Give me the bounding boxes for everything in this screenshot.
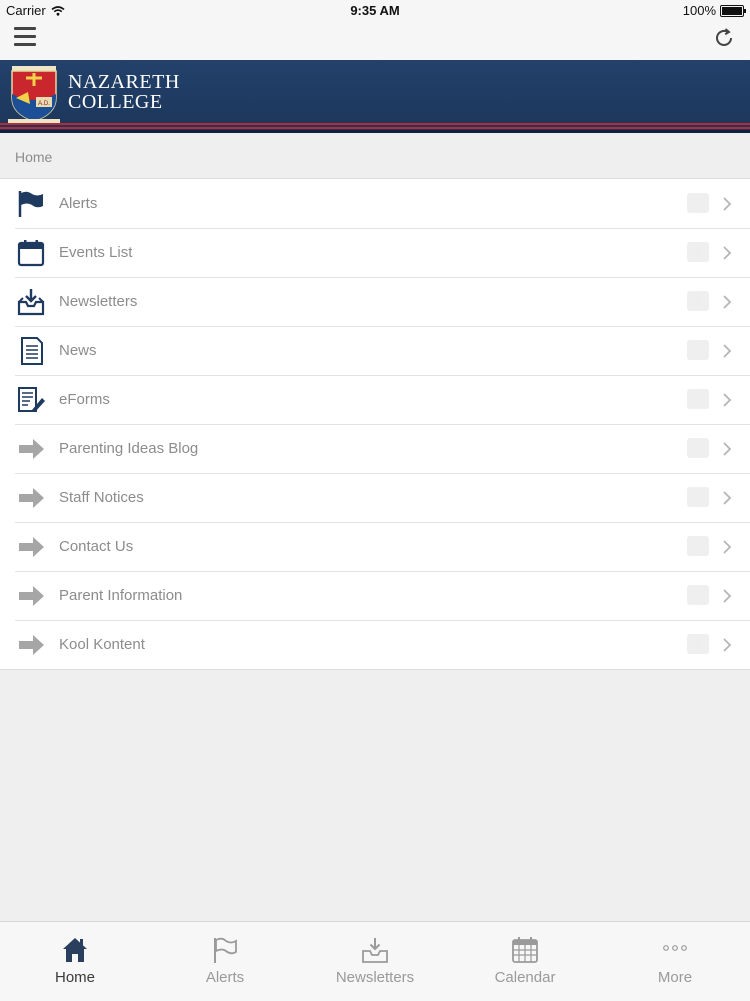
flag-icon bbox=[214, 937, 237, 963]
chevron-right-icon bbox=[723, 638, 732, 652]
hamburger-menu-button[interactable] bbox=[14, 27, 36, 47]
menu-item-contact-us[interactable]: Contact Us 0 bbox=[0, 522, 750, 571]
menu-item-label: News bbox=[59, 342, 97, 359]
menu-item-label: Contact Us bbox=[59, 538, 134, 555]
menu-item-kool-kontent[interactable]: Kool Kontent 0 bbox=[0, 620, 750, 669]
count-badge: 0 bbox=[687, 487, 709, 507]
chevron-right-icon bbox=[723, 589, 732, 603]
top-toolbar bbox=[0, 20, 750, 60]
arrow-right-icon bbox=[19, 439, 44, 459]
menu-item-label: Events List bbox=[59, 244, 133, 261]
menu-item-newsletters[interactable]: Newsletters 0 bbox=[0, 277, 750, 326]
arrow-right-icon bbox=[19, 586, 44, 606]
chevron-right-icon bbox=[723, 491, 732, 505]
banner-stripe bbox=[0, 127, 750, 129]
inbox-download-icon bbox=[362, 938, 388, 963]
count-badge: 0 bbox=[687, 536, 709, 556]
battery-indicator: 100% bbox=[682, 3, 746, 18]
count-badge: 0 bbox=[687, 438, 709, 458]
tab-label: Alerts bbox=[205, 969, 245, 986]
more-dots-icon bbox=[663, 945, 687, 951]
count-badge: 0 bbox=[687, 291, 709, 311]
inbox-download-icon bbox=[17, 289, 45, 316]
calendar-icon bbox=[17, 240, 45, 267]
bottom-tab-bar: Home Alerts Newsletters Calendar More bbox=[0, 921, 750, 1001]
banner-stripe bbox=[0, 130, 750, 133]
school-name-line1: NAZARETH bbox=[68, 71, 180, 93]
tab-label: Newsletters bbox=[335, 969, 415, 986]
menu-item-news[interactable]: News 0 bbox=[0, 326, 750, 375]
count-badge: 0 bbox=[687, 585, 709, 605]
arrow-right-icon bbox=[19, 537, 44, 557]
menu-item-label: Parenting Ideas Blog bbox=[59, 440, 199, 457]
chevron-right-icon bbox=[723, 246, 732, 260]
tab-alerts[interactable]: Alerts bbox=[150, 922, 300, 1001]
battery-icon bbox=[720, 4, 746, 17]
chevron-right-icon bbox=[723, 197, 732, 211]
count-badge: 0 bbox=[687, 389, 709, 409]
chevron-right-icon bbox=[723, 442, 732, 456]
refresh-icon[interactable] bbox=[712, 26, 736, 50]
tab-calendar[interactable]: Calendar bbox=[450, 922, 600, 1001]
menu-item-label: eForms bbox=[59, 391, 110, 408]
menu-list: Alerts 0 Events List 0 Newsletters 0 New… bbox=[0, 178, 750, 670]
menu-item-staff-notices[interactable]: Staff Notices 0 bbox=[0, 473, 750, 522]
chevron-right-icon bbox=[723, 540, 732, 554]
banner-stripe bbox=[0, 123, 750, 125]
menu-item-label: Parent Information bbox=[59, 587, 183, 604]
tab-label: Calendar bbox=[494, 969, 556, 986]
tab-newsletters[interactable]: Newsletters bbox=[300, 922, 450, 1001]
arrow-right-icon bbox=[19, 635, 44, 655]
chevron-right-icon bbox=[723, 295, 732, 309]
menu-item-events-list[interactable]: Events List 0 bbox=[0, 228, 750, 277]
chevron-right-icon bbox=[723, 344, 732, 358]
hamburger-icon bbox=[14, 27, 36, 30]
tab-home[interactable]: Home bbox=[0, 922, 150, 1001]
menu-item-parenting-ideas-blog[interactable]: Parenting Ideas Blog 0 bbox=[0, 424, 750, 473]
school-crest-logo: A.D. bbox=[8, 66, 60, 123]
school-banner: A.D. NAZARETH COLLEGE bbox=[0, 60, 750, 133]
tab-label: Home bbox=[54, 969, 95, 986]
status-bar: Carrier 9:35 AM 100% bbox=[0, 0, 750, 20]
svg-text:A.D.: A.D. bbox=[38, 101, 50, 107]
calendar-grid-icon bbox=[512, 937, 538, 963]
arrow-right-icon bbox=[19, 488, 44, 508]
chevron-right-icon bbox=[723, 393, 732, 407]
count-badge: 0 bbox=[687, 340, 709, 360]
menu-item-label: Newsletters bbox=[59, 293, 138, 310]
tab-more[interactable]: More bbox=[600, 922, 750, 1001]
menu-item-alerts[interactable]: Alerts 0 bbox=[0, 179, 750, 228]
flag-icon bbox=[18, 191, 43, 217]
school-name: NAZARETH COLLEGE bbox=[68, 72, 180, 112]
tab-label: More bbox=[657, 969, 693, 986]
form-pencil-icon bbox=[18, 387, 45, 412]
school-name-line2: COLLEGE bbox=[68, 91, 163, 113]
menu-item-parent-information[interactable]: Parent Information 0 bbox=[0, 571, 750, 620]
menu-item-label: Kool Kontent bbox=[59, 636, 145, 653]
menu-item-eforms[interactable]: eForms 0 bbox=[0, 375, 750, 424]
home-icon bbox=[63, 938, 87, 962]
count-badge: 0 bbox=[687, 634, 709, 654]
count-badge: 0 bbox=[687, 242, 709, 262]
status-time: 9:35 AM bbox=[350, 3, 400, 18]
breadcrumb: Home bbox=[15, 149, 53, 165]
menu-item-label: Staff Notices bbox=[59, 489, 144, 506]
battery-percent: 100% bbox=[682, 3, 716, 18]
menu-item-label: Alerts bbox=[59, 195, 98, 212]
document-icon bbox=[21, 337, 43, 365]
count-badge: 0 bbox=[687, 193, 709, 213]
